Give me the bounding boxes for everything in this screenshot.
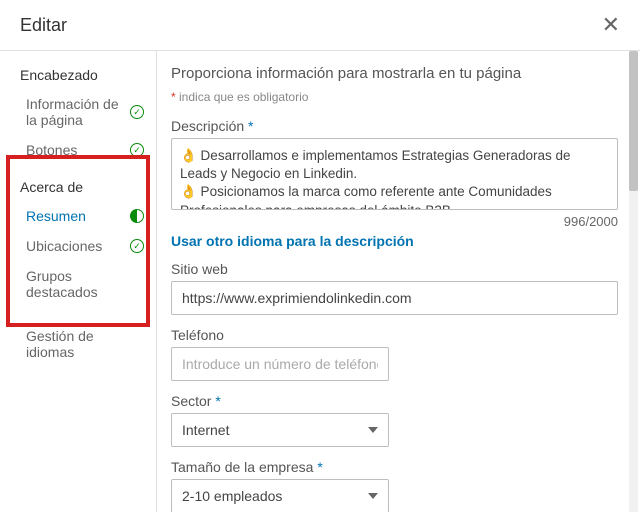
chevron-down-icon [368,427,378,433]
sidebar-item-ubicaciones[interactable]: Ubicaciones ✓ [0,231,156,261]
required-star: * [317,459,322,475]
asterisk-icon: * [171,90,176,104]
select-value: Internet [182,422,229,438]
label-telefono: Teléfono [171,327,618,343]
char-counter: 996/2000 [171,214,618,229]
dialog-body: Encabezado Información de la página ✓ Bo… [0,51,640,512]
required-star: * [244,118,253,134]
required-star: * [215,393,220,409]
close-icon[interactable]: ✕ [602,14,620,36]
check-icon: ✓ [130,143,144,157]
dialog-title: Editar [20,15,67,36]
select-value: 2-10 empleados [182,488,282,504]
sidebar-section-acerca: Acerca de [0,165,156,201]
sidebar-section-encabezado: Encabezado [0,59,156,89]
sidebar-item-informacion[interactable]: Información de la página ✓ [0,89,156,135]
main-scrollbar[interactable] [629,51,638,512]
sidebar-item-label: Grupos destacados [26,268,144,300]
half-circle-icon [130,209,144,223]
sidebar-item-grupos[interactable]: Grupos destacados [0,261,156,307]
descripcion-textarea[interactable]: 👌 Desarrollamos e implementamos Estrateg… [171,138,618,210]
intro-text: Proporciona información para mostrarla e… [171,65,618,82]
telefono-input[interactable] [171,347,389,381]
desc-line: 👌 Posicionamos la marca como referente a… [180,183,597,210]
main-panel: Proporciona información para mostrarla e… [157,51,640,512]
sidebar-item-label: Resumen [26,208,86,224]
tamano-select[interactable]: 2-10 empleados [171,479,389,512]
required-note: * indica que es obligatorio [171,90,618,104]
sidebar-item-label: Ubicaciones [26,238,102,254]
sidebar-item-idiomas[interactable]: Gestión de idiomas [0,321,156,367]
sidebar-item-label: Botones [26,142,77,158]
dialog-header: Editar ✕ [0,0,640,51]
desc-line: 👌 Desarrollamos e implementamos Estrateg… [180,147,597,183]
sidebar-item-resumen[interactable]: Resumen [0,201,156,231]
sidebar-item-label: Información de la página [26,96,130,128]
check-icon: ✓ [130,239,144,253]
required-note-text: indica que es obligatorio [179,90,308,104]
label-sitio: Sitio web [171,261,618,277]
label-sector: Sector * [171,393,618,409]
scrollbar-thumb[interactable] [629,51,638,191]
check-icon: ✓ [130,105,144,119]
label-tamano: Tamaño de la empresa * [171,459,618,475]
sidebar-item-botones[interactable]: Botones ✓ [0,135,156,165]
label-descripcion: Descripción * [171,118,618,134]
sidebar: Encabezado Información de la página ✓ Bo… [0,51,157,512]
sector-select[interactable]: Internet [171,413,389,447]
sitio-input[interactable] [171,281,618,315]
sidebar-item-label: Gestión de idiomas [26,328,144,360]
chevron-down-icon [368,493,378,499]
language-link[interactable]: Usar otro idioma para la descripción [171,233,414,249]
